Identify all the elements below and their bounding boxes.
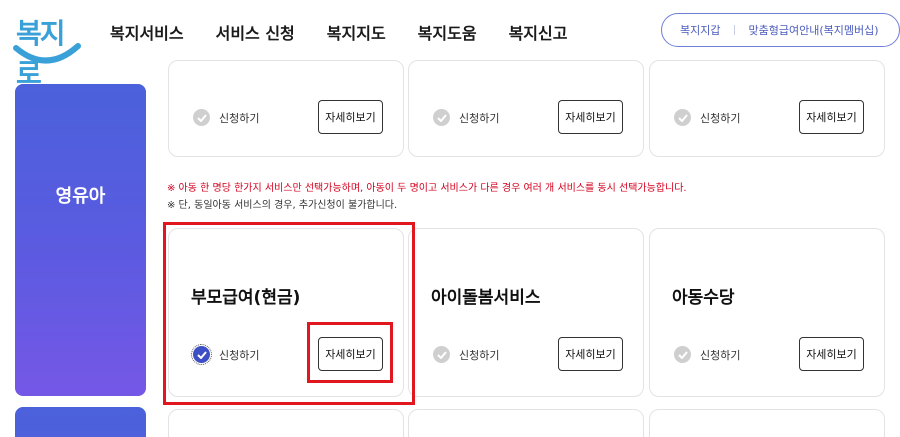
- detail-button[interactable]: 자세히보기: [799, 337, 864, 371]
- nav-item-welfare-help[interactable]: 복지도움: [418, 20, 477, 44]
- service-card: 신청하기 자세히보기: [168, 60, 404, 157]
- service-card: [649, 409, 885, 437]
- apply-checkbox[interactable]: 신청하기: [433, 346, 499, 363]
- detail-button[interactable]: 자세히보기: [799, 100, 864, 134]
- check-icon: [433, 109, 450, 126]
- detail-button[interactable]: 자세히보기: [558, 337, 623, 371]
- sidebar-item-infant[interactable]: 영유아: [15, 84, 146, 396]
- sidebar-item-next[interactable]: [15, 407, 146, 437]
- nav-item-service-apply[interactable]: 서비스 신청: [216, 20, 295, 44]
- notice-text: ※ 아동 한 명당 한가지 서비스만 선택가능하며, 아동이 두 명이고 서비스…: [167, 183, 687, 194]
- apply-label: 신청하기: [459, 348, 500, 362]
- apply-label: 신청하기: [219, 111, 260, 125]
- welfare-membership-link[interactable]: 맞춤형급여안내(복지멤버십): [748, 22, 878, 38]
- nav-item-welfare-service[interactable]: 복지서비스: [110, 20, 184, 44]
- apply-checkbox[interactable]: 신청하기: [674, 109, 740, 126]
- nav-item-welfare-map[interactable]: 복지지도: [327, 20, 386, 44]
- apply-checkbox[interactable]: 신청하기: [674, 346, 740, 363]
- service-card: [168, 409, 404, 437]
- nav-item-welfare-report[interactable]: 복지신고: [509, 20, 568, 44]
- apply-label: 신청하기: [700, 111, 741, 125]
- service-card: 신청하기 자세히보기: [408, 60, 644, 157]
- apply-checkbox[interactable]: 신청하기: [193, 109, 259, 126]
- check-icon: [674, 109, 691, 126]
- main-nav: 복지서비스 서비스 신청 복지지도 복지도움 복지신고: [110, 20, 599, 44]
- card-title: 아동수당: [672, 288, 735, 308]
- logo-smile-icon: [13, 43, 81, 64]
- divider: [734, 25, 736, 35]
- utility-links: 복지지갑 맞춤형급여안내(복지멤버십): [661, 13, 900, 47]
- apply-label: 신청하기: [459, 111, 500, 125]
- apply-checkbox[interactable]: 신청하기: [433, 109, 499, 126]
- service-card: 신청하기 자세히보기: [649, 60, 885, 157]
- service-card: [408, 409, 644, 437]
- service-card-child-allowance: 아동수당 신청하기 자세히보기: [649, 228, 885, 397]
- check-icon: [193, 109, 210, 126]
- check-icon: [674, 346, 691, 363]
- highlight-box: [307, 322, 393, 383]
- sidebar-item-label: 영유아: [55, 186, 106, 207]
- apply-label: 신청하기: [700, 348, 741, 362]
- card-title: 아이돌봄서비스: [431, 288, 541, 308]
- detail-button[interactable]: 자세히보기: [558, 100, 623, 134]
- welfare-wallet-link[interactable]: 복지지갑: [680, 22, 720, 38]
- check-icon: [433, 346, 450, 363]
- notice-text: ※ 단, 동일아동 서비스의 경우, 추가신청이 불가합니다.: [167, 200, 398, 211]
- service-card-child-care: 아이돌봄서비스 신청하기 자세히보기: [408, 228, 644, 397]
- bokjiro-logo[interactable]: 복지로: [10, 8, 82, 90]
- detail-button[interactable]: 자세히보기: [318, 100, 383, 134]
